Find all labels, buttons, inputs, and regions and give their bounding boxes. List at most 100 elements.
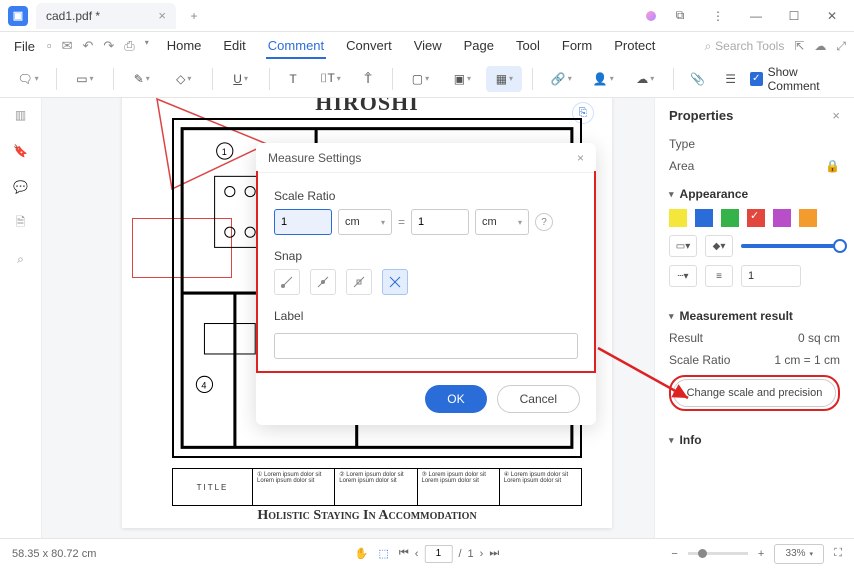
comments-icon[interactable]: 💬	[12, 178, 30, 196]
textbox-tool[interactable]: ⌷T▾	[313, 66, 349, 92]
dialog-header: Measure Settings ×	[256, 143, 596, 173]
close-panel-icon[interactable]: ×	[832, 108, 840, 123]
cancel-button[interactable]: Cancel	[497, 385, 580, 413]
zoom-slider[interactable]	[688, 552, 748, 555]
mail-icon[interactable]: ✉	[62, 38, 73, 54]
thickness-input[interactable]: 1	[741, 265, 801, 287]
hand-tool-icon[interactable]: ✋	[355, 547, 369, 560]
scale-ratio-value: 1 cm = 1 cm	[774, 353, 840, 367]
attachments-rail-icon[interactable]: 🗎	[12, 214, 30, 232]
people-tool[interactable]: 👤▾	[585, 66, 621, 92]
snap-midpoint[interactable]	[310, 269, 336, 295]
scale-right-unit[interactable]: cm▾	[475, 209, 529, 235]
search-tools[interactable]: ⌕ Search Tools	[704, 39, 784, 54]
redo-icon[interactable]: ↷	[103, 38, 114, 54]
prev-page-icon[interactable]: ‹	[415, 548, 419, 560]
line-weight-btn[interactable]: ≡	[705, 265, 733, 287]
share-icon[interactable]: ⇱	[794, 39, 804, 53]
info-heading[interactable]: Info	[669, 433, 840, 447]
line-style-btn[interactable]: ┄▾	[669, 265, 697, 287]
lock-icon[interactable]: 🔒	[825, 159, 840, 173]
swatch-orange[interactable]	[799, 209, 817, 227]
external-window-icon[interactable]: ⧉	[666, 5, 694, 27]
doc-subtitle: Holistic Staying In Accommodation	[122, 508, 612, 524]
link-tool[interactable]: 🔗▾	[543, 66, 579, 92]
tab-convert[interactable]: Convert	[344, 34, 394, 59]
tab-view[interactable]: View	[412, 34, 444, 59]
snap-endpoint[interactable]	[274, 269, 300, 295]
comments-list-tool[interactable]: ☰	[717, 66, 744, 92]
cloud-markup-tool[interactable]: ☁▾	[627, 66, 663, 92]
fit-page-icon[interactable]: ⛶	[834, 547, 842, 560]
swatch-yellow[interactable]	[669, 209, 687, 227]
snap-path[interactable]	[346, 269, 372, 295]
swatch-purple[interactable]	[773, 209, 791, 227]
next-page-icon[interactable]: ›	[480, 548, 484, 560]
close-window-button[interactable]: ✕	[818, 5, 846, 27]
search-rail-icon[interactable]: ⌕	[12, 250, 30, 268]
scale-right-input[interactable]	[411, 209, 469, 235]
label-input[interactable]	[274, 333, 578, 359]
text-tool[interactable]: T	[280, 66, 307, 92]
scale-ratio-label: Scale Ratio	[274, 189, 578, 203]
opacity-slider[interactable]	[741, 244, 840, 248]
print-icon[interactable]: ⎙	[124, 38, 134, 54]
snap-intersection[interactable]	[382, 269, 408, 295]
fill-color-btn[interactable]: ◆▾	[705, 235, 733, 257]
select-tool-icon[interactable]: ⬚	[378, 547, 388, 560]
close-dialog-icon[interactable]: ×	[577, 151, 584, 165]
note-tool[interactable]: 🗨▾	[10, 66, 46, 92]
first-page-icon[interactable]: ⏮	[399, 547, 409, 560]
measure-tool[interactable]: ▦▾	[486, 66, 522, 92]
stamp-tool[interactable]: ▣▾	[444, 66, 480, 92]
maximize-button[interactable]: ☐	[780, 5, 808, 27]
underline-tool[interactable]: U▾	[223, 66, 259, 92]
kebab-menu-icon[interactable]: ⋮	[704, 5, 732, 27]
zoom-select[interactable]: 33%▾	[774, 544, 824, 564]
snap-label: Snap	[274, 249, 578, 263]
tab-edit[interactable]: Edit	[221, 34, 247, 59]
document-tab[interactable]: cad1.pdf * ×	[36, 3, 176, 29]
swatch-red[interactable]	[747, 209, 765, 227]
scale-left-input[interactable]	[274, 209, 332, 235]
tab-comment[interactable]: Comment	[266, 34, 326, 59]
cloud-icon[interactable]: ☁	[814, 39, 826, 53]
change-scale-button[interactable]: Change scale and precision	[673, 379, 836, 407]
titlebar: ▣ cad1.pdf * × + ⧉ ⋮ — ☐ ✕	[0, 0, 854, 32]
ok-button[interactable]: OK	[425, 385, 486, 413]
undo-icon[interactable]: ↶	[82, 38, 93, 54]
swatch-green[interactable]	[721, 209, 739, 227]
file-menu[interactable]: File	[8, 39, 41, 54]
save-icon[interactable]: ▫	[47, 38, 52, 54]
tab-form[interactable]: Form	[560, 34, 594, 59]
search-icon: ⌕	[704, 39, 711, 54]
minimize-button[interactable]: —	[742, 5, 770, 27]
close-tab-icon[interactable]: ×	[158, 8, 166, 23]
page-input[interactable]	[424, 545, 452, 563]
tab-home[interactable]: Home	[165, 34, 204, 59]
help-icon[interactable]: ?	[535, 213, 553, 231]
text-callout-tool[interactable]: T̂	[355, 66, 382, 92]
last-page-icon[interactable]: ⏭	[489, 547, 499, 560]
pencil-tool[interactable]: ✎▾	[124, 66, 160, 92]
eraser-tool[interactable]: ◇▾	[166, 66, 202, 92]
tab-page[interactable]: Page	[462, 34, 496, 59]
swatch-blue[interactable]	[695, 209, 713, 227]
theme-indicator[interactable]	[646, 11, 656, 21]
tab-tool[interactable]: Tool	[514, 34, 542, 59]
appearance-heading[interactable]: Appearance	[669, 187, 840, 201]
add-tab-button[interactable]: +	[182, 4, 206, 28]
show-comment-toggle[interactable]: ✓ Show Comment	[750, 65, 844, 93]
scale-left-unit[interactable]: cm▾	[338, 209, 392, 235]
print-dd-icon[interactable]: ▾	[145, 38, 149, 54]
attachment-tool[interactable]: 📎	[684, 66, 711, 92]
tab-protect[interactable]: Protect	[612, 34, 657, 59]
stroke-color-btn[interactable]: ▭▾	[669, 235, 697, 257]
highlight-tool[interactable]: ▭▾	[67, 66, 103, 92]
shape-tool[interactable]: ▢▾	[402, 66, 438, 92]
thumbnails-icon[interactable]: ▥	[12, 106, 30, 124]
expand-icon[interactable]: ⤢	[836, 39, 846, 54]
zoom-in-icon[interactable]: +	[758, 548, 764, 560]
zoom-out-icon[interactable]: −	[671, 548, 677, 560]
bookmarks-icon[interactable]: 🔖	[12, 142, 30, 160]
